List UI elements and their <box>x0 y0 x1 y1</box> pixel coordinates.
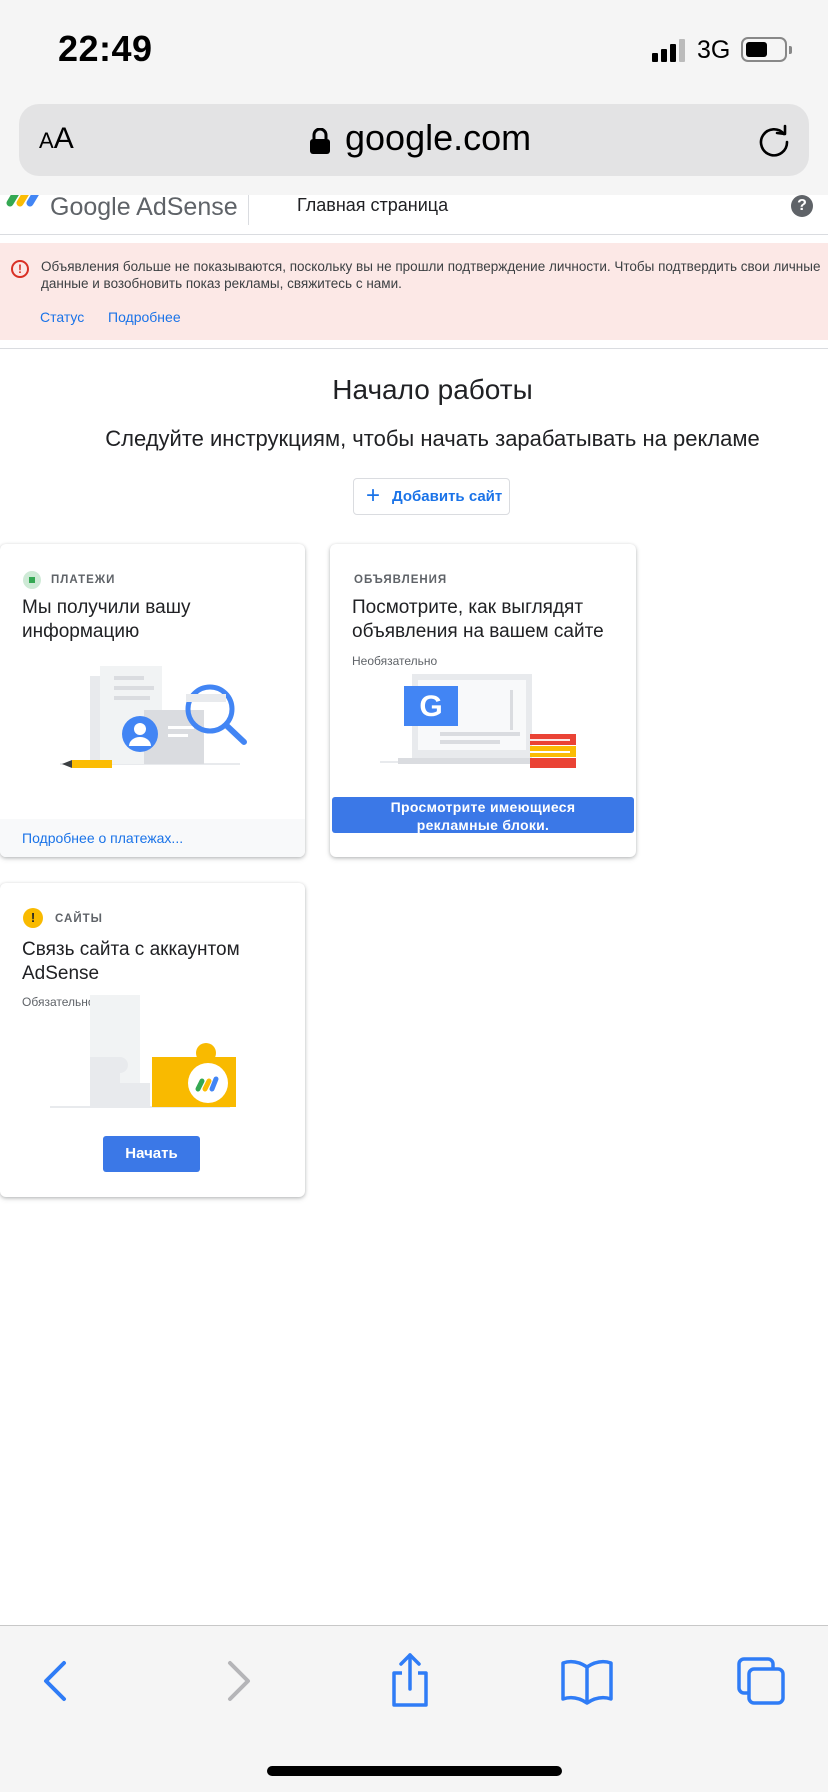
card-kicker: ОБЪЯВЛЕНИЯ <box>354 574 448 586</box>
error-icon: ! <box>11 260 29 278</box>
text-size-button[interactable]: AA <box>39 122 74 156</box>
sites-card: ! САЙТЫ Связь сайта с аккаунтом AdSense … <box>0 883 305 1197</box>
card-title: Посмотрите, как выглядят объявления на в… <box>352 597 604 642</box>
status-bar: 22:49 3G <box>0 0 828 98</box>
help-icon[interactable]: ? <box>791 195 813 217</box>
alert-status-link[interactable]: Статус <box>40 309 84 325</box>
page-title: Главная страница <box>297 195 449 215</box>
payments-illustration-icon <box>60 666 247 768</box>
svg-text:G: G <box>419 690 442 723</box>
card-kicker: САЙТЫ <box>55 913 103 925</box>
card-footer: Подробнее о платежах... <box>0 819 305 857</box>
battery-icon <box>741 37 792 62</box>
card-title: Мы получили вашу информацию <box>22 597 191 642</box>
alert-message: Объявления больше не показываются, поско… <box>41 259 821 291</box>
back-icon[interactable] <box>28 1651 88 1711</box>
card-title: Связь сайта с аккаунтом AdSense <box>22 939 240 984</box>
ads-card: ОБЪЯВЛЕНИЯ Посмотрите, как выглядят объя… <box>330 544 636 857</box>
address-bar[interactable]: AA google.com <box>19 104 809 176</box>
signal-strength-icon <box>652 38 688 62</box>
network-type: 3G <box>697 36 731 64</box>
alert-banner: ! Объявления больше не показываются, пос… <box>0 243 828 340</box>
reload-icon[interactable] <box>757 124 791 158</box>
link-site-illustration-icon <box>50 995 236 1108</box>
adsense-logo-icon[interactable] <box>4 195 40 219</box>
brand-name[interactable]: Google AdSense <box>50 195 238 222</box>
add-site-button[interactable]: + Добавить сайт <box>353 478 510 515</box>
plus-icon: + <box>366 482 381 509</box>
section-title: Начало работы <box>332 374 533 405</box>
share-icon[interactable] <box>380 1651 440 1711</box>
section-subtitle: Следуйте инструкциям, чтобы начать зараб… <box>105 426 760 451</box>
add-site-label: Добавить сайт <box>392 488 503 505</box>
clock: 22:49 <box>58 28 153 69</box>
lock-icon <box>310 128 330 154</box>
divider <box>0 348 828 349</box>
ads-preview-illustration-icon: G <box>380 674 576 768</box>
browser-address-area: AA google.com <box>0 98 828 195</box>
home-indicator[interactable] <box>267 1766 562 1776</box>
view-ad-units-button[interactable]: Просмотрите имеющиеся рекламные блоки. <box>332 797 634 833</box>
forward-icon[interactable] <box>206 1651 266 1711</box>
adsense-header: Google AdSense Главная страница ? <box>0 195 828 235</box>
requirement-label: Необязательно <box>352 654 438 668</box>
header-divider <box>248 195 249 225</box>
payments-card: ПЛАТЕЖИ Мы получили вашу информацию Подр… <box>0 544 305 857</box>
status-complete-icon <box>23 571 41 589</box>
start-button[interactable]: Начать <box>103 1136 200 1172</box>
warning-icon: ! <box>23 908 43 928</box>
alert-more-link[interactable]: Подробнее <box>108 309 181 325</box>
tabs-icon[interactable] <box>731 1651 791 1711</box>
url-text[interactable]: google.com <box>345 117 531 159</box>
payments-details-link[interactable]: Подробнее о платежах... <box>22 830 183 846</box>
bookmarks-icon[interactable] <box>557 1651 617 1711</box>
card-kicker: ПЛАТЕЖИ <box>51 574 116 586</box>
